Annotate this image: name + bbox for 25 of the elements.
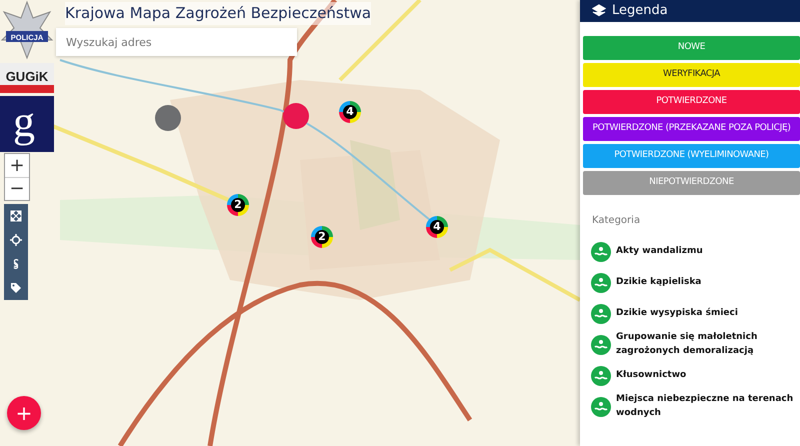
category-heading: Kategoria bbox=[592, 214, 642, 228]
letter-logo[interactable]: g bbox=[0, 96, 54, 152]
layers-icon bbox=[592, 4, 606, 18]
category-icon bbox=[591, 304, 611, 324]
category-label: Dzikie kąpieliska bbox=[616, 276, 702, 289]
category-label: Dzikie wysypiska śmieci bbox=[616, 306, 738, 320]
category-icon bbox=[591, 334, 611, 354]
category-label: Miejsca niebezpieczne na terenach wodnych bbox=[616, 393, 794, 420]
app-title: Krajowa Mapa Zagrożeń Bezpieczeństwa bbox=[65, 2, 372, 24]
category-label: Grupowanie się małoletnich zagrożonych demoralizacją bbox=[616, 331, 758, 358]
category-icon bbox=[591, 396, 611, 416]
category-label: Kłusownictwo bbox=[616, 368, 686, 382]
status-filter-button[interactable]: POTWIERDZONE bbox=[583, 90, 800, 114]
crosshair-icon bbox=[10, 234, 22, 246]
status-filter-button[interactable]: POTWIERDZONE (PRZEKAZANE POZA POLICJĘ) bbox=[583, 117, 800, 141]
category-label: Akty wandalizmu bbox=[616, 244, 703, 258]
tags-icon bbox=[10, 282, 22, 294]
category-icon bbox=[591, 242, 611, 262]
status-filter-button[interactable]: WERYFIKACJA bbox=[583, 63, 800, 87]
category-icon bbox=[591, 272, 611, 292]
expand-icon bbox=[10, 210, 22, 222]
address-search-field[interactable]: Wyszukaj adres bbox=[56, 28, 297, 56]
agency-logo[interactable]: GUGiK bbox=[0, 63, 54, 93]
legend-title: Legenda bbox=[612, 2, 668, 20]
category-icon bbox=[591, 366, 611, 386]
